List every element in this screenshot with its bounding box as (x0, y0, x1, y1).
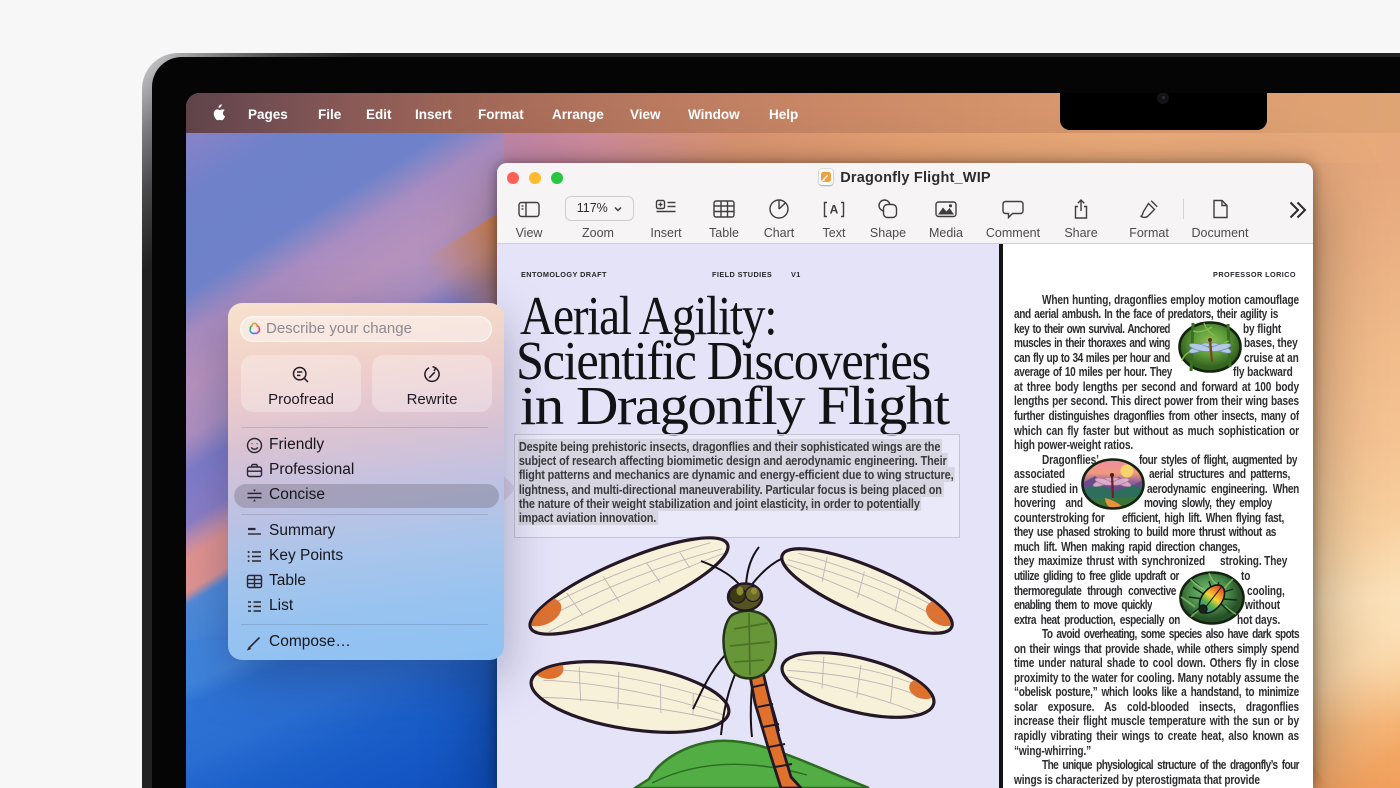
svg-text:A: A (830, 203, 839, 217)
